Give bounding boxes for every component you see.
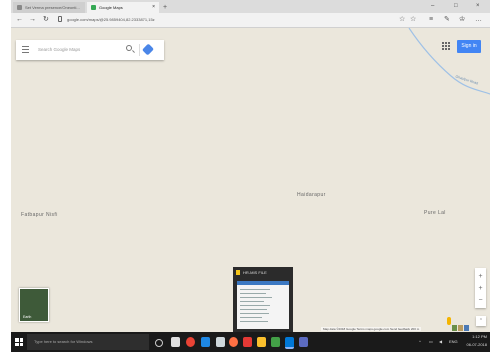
preview-row xyxy=(240,301,264,302)
preview-row xyxy=(240,293,266,294)
file-explorer-icon[interactable] xyxy=(257,337,266,347)
tray-caret-icon[interactable]: ^ xyxy=(419,338,421,346)
active-app-icon[interactable] xyxy=(285,337,294,349)
refresh-button[interactable]: ↻ xyxy=(43,14,49,26)
folder-icon xyxy=(236,270,240,275)
url-field[interactable]: google.com/maps/@25.9859404,82.2333871,1… xyxy=(67,16,155,24)
tab-favicon-icon xyxy=(17,5,22,10)
language-indicator[interactable]: ENG xyxy=(449,338,458,346)
zoom-control: + + − xyxy=(475,268,486,308)
place-label[interactable]: Pure Lal xyxy=(424,210,446,216)
reading-view-icon[interactable]: ☆ xyxy=(399,14,405,26)
clock-time: 1:12 PM xyxy=(472,334,487,339)
google-maps-favicon-icon xyxy=(91,5,96,10)
forward-button[interactable]: → xyxy=(29,14,36,26)
tab-google-maps[interactable]: Google Maps × xyxy=(87,2,159,13)
preview-row xyxy=(240,321,268,322)
back-button[interactable]: ← xyxy=(16,14,23,26)
minimize-button[interactable]: – xyxy=(431,1,434,12)
map-footer: Map data ©2018 Google Terms maps.google.… xyxy=(321,327,422,331)
zoom-in-button-2[interactable]: + xyxy=(475,283,486,294)
search-divider xyxy=(139,44,140,56)
zoom-out-button[interactable]: − xyxy=(475,295,486,306)
preview-header xyxy=(237,281,289,285)
tab-setverma[interactable]: Set Verma presence/Oneonti... xyxy=(13,2,85,13)
share-icon[interactable]: ♔ xyxy=(459,14,465,26)
browser-tab-bar: Set Verma presence/Oneonti... Google Map… xyxy=(11,0,490,13)
compass-button[interactable]: ⌃ xyxy=(476,316,486,326)
app-icon-blue[interactable] xyxy=(299,337,308,347)
chrome-icon[interactable] xyxy=(186,337,195,347)
preview-title: HR-MIS FILE xyxy=(243,270,267,275)
cortana-icon[interactable] xyxy=(155,339,163,347)
place-label[interactable]: Haidarapur xyxy=(297,192,326,198)
address-bar: ← → ↻ google.com/maps/@25.9859404,82.233… xyxy=(11,13,490,28)
tab-label: Google Maps xyxy=(99,5,123,10)
more-icon[interactable]: … xyxy=(475,14,482,26)
clock-date: 06-07-2018 xyxy=(466,342,487,347)
lock-icon xyxy=(58,16,62,22)
search-input[interactable]: Search Google Maps xyxy=(38,40,80,60)
new-tab-button[interactable]: + xyxy=(163,2,167,13)
clock[interactable]: 1:12 PM 06-07-2018 xyxy=(463,333,487,349)
close-window-button[interactable]: × xyxy=(476,1,480,12)
sign-in-button[interactable]: Sign in xyxy=(457,40,481,53)
web-note-icon[interactable]: ✎ xyxy=(444,14,450,26)
edge-icon[interactable] xyxy=(201,337,210,347)
settings-gear-icon[interactable] xyxy=(216,337,225,347)
tab-label: Set Verma presence/Oneonti... xyxy=(25,5,80,10)
preview-row xyxy=(240,305,270,306)
menu-icon[interactable] xyxy=(22,46,29,54)
search-box[interactable]: Search Google Maps xyxy=(16,40,164,60)
app-icon-red[interactable] xyxy=(243,337,252,347)
excel-icon[interactable] xyxy=(271,337,280,347)
preview-thumbnail[interactable] xyxy=(237,281,289,329)
preview-row xyxy=(240,317,262,318)
volume-icon[interactable]: ◀ xyxy=(439,338,442,346)
windows-taskbar: Type here to search for Windows ^ ▭ ◀ EN… xyxy=(11,332,490,352)
preview-row xyxy=(240,289,270,290)
taskbar-search-input[interactable]: Type here to search for Windows xyxy=(34,334,92,350)
taskbar-search-box[interactable]: Type here to search for Windows xyxy=(27,334,149,350)
windows-start-icon[interactable] xyxy=(15,338,23,346)
earth-layer-toggle[interactable]: Earth xyxy=(19,288,49,322)
hub-icon[interactable]: ≡ xyxy=(429,14,433,26)
favorite-star-icon[interactable]: ☆ xyxy=(410,14,416,26)
search-icon[interactable] xyxy=(126,45,132,51)
zoom-in-button[interactable]: + xyxy=(475,271,486,282)
imagery-thumbnails[interactable] xyxy=(452,318,470,331)
preview-row xyxy=(240,309,267,310)
tab-close-icon[interactable]: × xyxy=(152,2,155,13)
pegman-icon[interactable] xyxy=(447,317,451,325)
directions-icon[interactable] xyxy=(141,43,155,56)
task-view-icon[interactable] xyxy=(171,337,180,347)
preview-row xyxy=(240,313,269,314)
firefox-icon[interactable] xyxy=(229,337,238,347)
apps-grid-icon[interactable] xyxy=(442,42,450,50)
network-icon[interactable]: ▭ xyxy=(429,338,433,346)
taskbar-preview-popup[interactable]: HR-MIS FILE xyxy=(233,267,293,333)
maximize-button[interactable]: □ xyxy=(454,1,458,12)
earth-label: Earth xyxy=(23,315,32,319)
place-label[interactable]: Fatbapur Nisfi xyxy=(21,212,58,218)
preview-row xyxy=(240,297,272,298)
desktop-screen: Set Verma presence/Oneonti... Google Map… xyxy=(11,0,490,352)
